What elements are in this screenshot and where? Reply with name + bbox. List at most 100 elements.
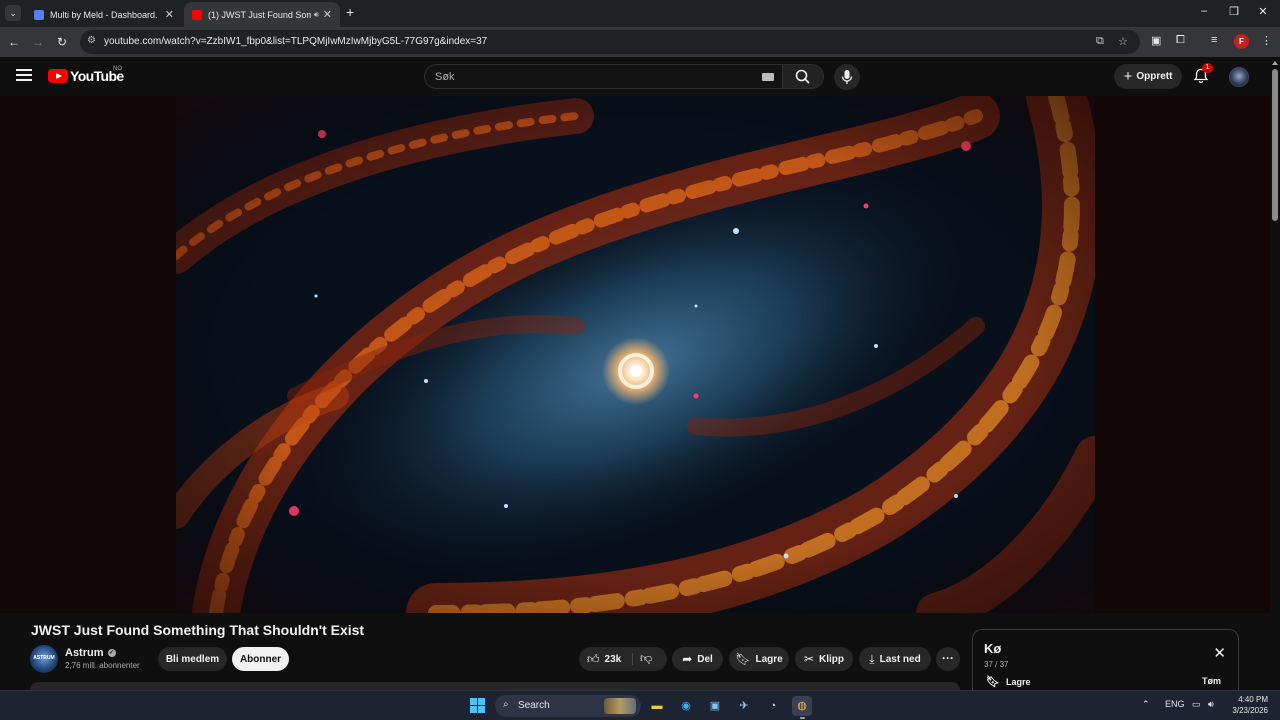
save-button[interactable]: 🔖︎ Lagre [729, 647, 789, 671]
plus-icon: + [1123, 68, 1133, 85]
browser-tab-strip: ⌄ Multi by Meld - Dashboard. ✕ (1) JWST … [0, 0, 1280, 27]
url-text[interactable]: youtube.com/watch?v=ZzbIW1_fbp0&list=TLP… [104, 36, 487, 47]
queue-clear-button[interactable]: Tøm [1202, 676, 1221, 686]
minimize-window-button[interactable]: – [1194, 5, 1214, 17]
audio-playing-icon[interactable]: 🔊︎ [314, 10, 319, 20]
browser-menu-icon[interactable]: ⋮ [1261, 34, 1272, 47]
queue-panel: Kø 37 / 37 ✕ 🔖︎ Lagre Tøm [972, 629, 1239, 691]
windows-start-icon[interactable] [470, 698, 485, 713]
queue-count: 37 / 37 [984, 660, 1009, 669]
language-indicator[interactable]: ENG [1165, 699, 1185, 709]
youtube-play-icon [48, 69, 68, 83]
scroll-up-arrow-icon[interactable] [1272, 61, 1278, 65]
video-frame-galaxy[interactable] [176, 96, 1095, 613]
channel-avatar-text: ASTRUM [33, 655, 55, 661]
galaxy-image [176, 96, 1095, 613]
description-box[interactable] [30, 682, 960, 690]
clock-date: 3/23/2026 [1232, 706, 1268, 715]
media-controls-icon[interactable]: ≡ [1211, 34, 1217, 46]
queue-title: Kø [984, 641, 1002, 656]
maximize-window-button[interactable]: ❐ [1224, 5, 1244, 18]
show-hidden-icons-icon[interactable]: ⌃ [1142, 699, 1150, 710]
clip-label: Klipp [819, 653, 845, 665]
new-tab-button[interactable]: + [346, 4, 354, 20]
search-button[interactable] [782, 64, 824, 89]
more-actions-button[interactable]: ··· [936, 647, 960, 671]
system-clock[interactable]: 4:40 PM 3/23/2026 [1230, 694, 1268, 716]
video-player[interactable] [0, 96, 1270, 613]
taskbar-search-box[interactable]: ⌕ Search [495, 695, 641, 717]
close-tab-icon[interactable]: ✕ [323, 8, 332, 21]
back-button[interactable]: ← [5, 33, 23, 51]
youtube-favicon-icon [192, 9, 202, 20]
volume-icon[interactable]: 🔊︎ [1208, 699, 1214, 710]
thumbs-up-icon[interactable]: 👍︎ [587, 652, 600, 667]
create-button[interactable]: + Opprett [1114, 64, 1182, 89]
voice-search-button[interactable] [834, 64, 860, 90]
search-icon: ⌕ [503, 699, 509, 710]
meld-favicon-icon [34, 9, 44, 20]
bookmark-star-icon[interactable]: ☆ [1118, 35, 1128, 48]
page-scrollbar[interactable] [1270, 57, 1280, 687]
bookmark-icon: 🔖︎ [986, 676, 1000, 688]
search-input[interactable]: Søk [424, 64, 782, 89]
remote-desktop-icon[interactable]: ▣ [705, 696, 725, 716]
search-placeholder: Søk [435, 71, 455, 83]
share-button[interactable]: ➦ Del [672, 647, 723, 671]
snipping-tool-icon[interactable]: ✈ [734, 696, 754, 716]
channel-avatar[interactable]: ASTRUM [30, 645, 58, 673]
verified-check-icon: ✓ [107, 649, 116, 657]
thumbs-down-icon[interactable]: 👎︎ [640, 651, 652, 666]
notifications-button[interactable]: 1 [1192, 63, 1213, 85]
video-title: JWST Just Found Something That Shouldn't… [31, 622, 365, 638]
address-bar[interactable]: ⚙ youtube.com/watch?v=ZzbIW1_fbp0&list=T… [80, 30, 1140, 54]
create-label: Opprett [1136, 71, 1173, 82]
youtube-logo[interactable]: YouTube NO [48, 66, 124, 84]
scroll-thumb[interactable] [1272, 69, 1278, 221]
browser-toolbar: ← → ↻ ⚙ youtube.com/watch?v=ZzbIW1_fbp0&… [0, 27, 1280, 57]
like-count[interactable]: 23k [605, 654, 622, 665]
edge-browser-icon[interactable]: ◉ [676, 696, 696, 716]
keyboard-icon[interactable] [762, 73, 774, 81]
join-button[interactable]: Bli medlem [158, 647, 227, 671]
chrome-browser-icon[interactable]: ◍ [792, 696, 812, 719]
install-app-icon[interactable]: ⧉ [1096, 35, 1104, 48]
tab-title: Multi by Meld - Dashboard. [50, 9, 158, 20]
close-tab-icon[interactable]: ✕ [165, 8, 174, 21]
account-avatar[interactable] [1229, 67, 1249, 87]
scissors-icon: ✂ [803, 652, 815, 666]
extensions-puzzle-icon[interactable]: ▣ [1151, 34, 1161, 47]
save-label: Lagre [755, 653, 783, 665]
site-info-icon[interactable]: ⚙ [87, 35, 96, 46]
forward-button[interactable]: → [29, 33, 47, 51]
search-icon [795, 69, 810, 84]
download-icon: ⤓ [869, 651, 875, 666]
like-divider [632, 653, 633, 665]
youtube-header: YouTube NO Søk + Opprett 1 [0, 57, 1280, 96]
clip-button[interactable]: ✂ Klipp [795, 647, 853, 671]
profile-avatar[interactable]: F [1234, 34, 1249, 49]
search-highlight-image [604, 698, 636, 714]
download-label: Last ned [879, 653, 921, 665]
close-queue-icon[interactable]: ✕ [1213, 644, 1226, 662]
queue-save-button[interactable]: 🔖︎ Lagre [986, 675, 1030, 688]
browser-tab-youtube[interactable]: (1) JWST Just Found Someth 🔊︎ ✕ [184, 2, 340, 27]
channel-name-link[interactable]: Astrum ✓ [65, 647, 116, 659]
extensions-icon[interactable]: ⧠ [1176, 34, 1185, 47]
tab-title: (1) JWST Just Found Someth [208, 9, 311, 20]
notification-badge: 1 [1202, 63, 1213, 73]
close-window-button[interactable]: ✕ [1253, 5, 1273, 18]
subscribe-button[interactable]: Abonner [232, 647, 289, 671]
browser-tab-meld[interactable]: Multi by Meld - Dashboard. ✕ [26, 2, 182, 27]
like-dislike-group: 👍︎ 23k [579, 647, 667, 671]
tab-search-button[interactable]: ⌄ [5, 5, 21, 21]
guide-menu-icon[interactable] [16, 69, 32, 81]
share-label: Del [697, 653, 713, 665]
network-icon[interactable]: ▭ [1192, 699, 1201, 710]
download-button[interactable]: ⤓ Last ned [859, 647, 931, 671]
app-with-notification-icon[interactable]: ◔ [763, 696, 783, 716]
file-explorer-icon[interactable]: ▬ [647, 696, 667, 716]
reload-button[interactable]: ↻ [53, 33, 71, 51]
channel-name: Astrum [65, 647, 104, 659]
country-code: NO [113, 66, 122, 72]
